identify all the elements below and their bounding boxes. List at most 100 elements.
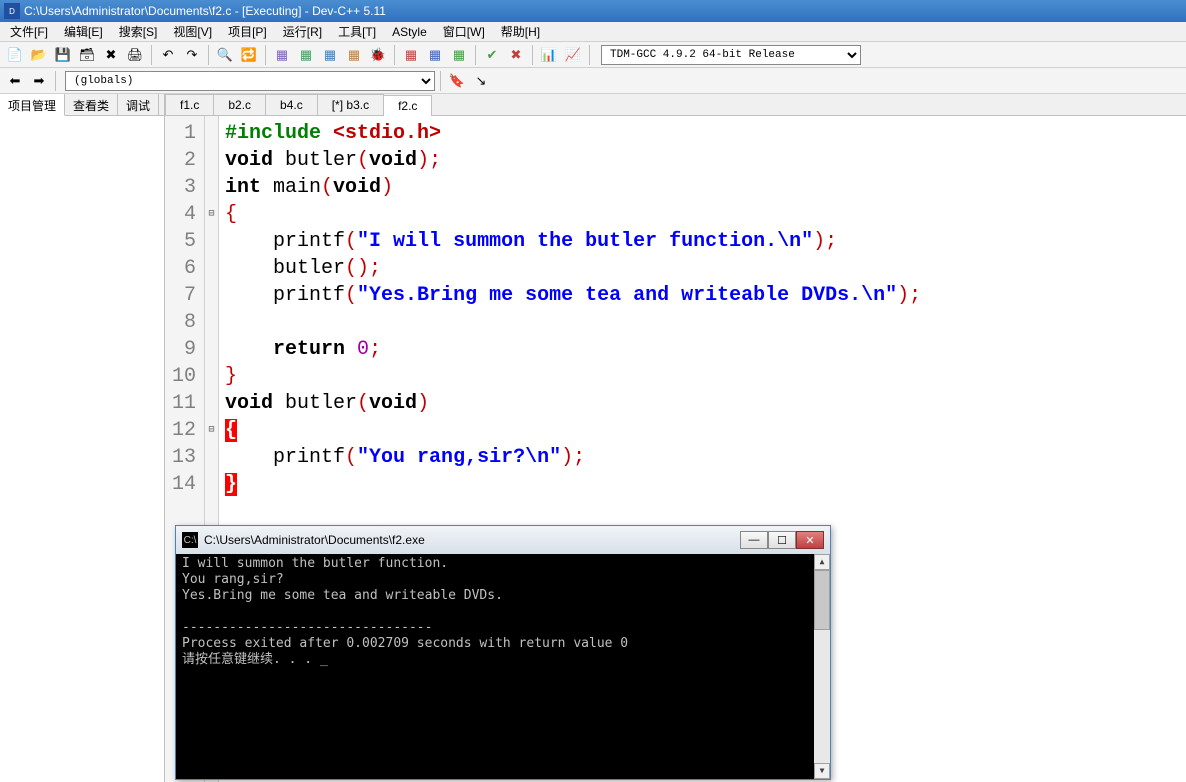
- line-number: 13: [169, 444, 196, 471]
- line-number: 3: [169, 174, 196, 201]
- file-tab[interactable]: f1.c: [165, 94, 214, 115]
- panel-tab[interactable]: 项目管理: [0, 94, 65, 116]
- profile-button[interactable]: 📊: [538, 44, 560, 66]
- compiler-select[interactable]: TDM-GCC 4.9.2 64-bit Release: [601, 45, 861, 65]
- file-tab[interactable]: f2.c: [383, 95, 432, 116]
- tool-button-1[interactable]: ▦: [400, 44, 422, 66]
- line-number: 5: [169, 228, 196, 255]
- run-button[interactable]: ▦: [295, 44, 317, 66]
- save-all-button[interactable]: 🗃: [76, 44, 98, 66]
- separator: [55, 71, 56, 91]
- rebuild-button[interactable]: ▦: [343, 44, 365, 66]
- scroll-thumb[interactable]: [814, 570, 830, 630]
- menu-item[interactable]: 工具[T]: [332, 21, 382, 42]
- menu-item[interactable]: 窗口[W]: [437, 21, 491, 42]
- tool-button-3[interactable]: ▦: [448, 44, 470, 66]
- toolbar-main: 📄 📂 💾 🗃 ✖ 🖨 ↶ ↷ 🔍 🔁 ▦ ▦ ▦ ▦ 🐞 ▦ ▦ ▦ ✔ ✖ …: [0, 42, 1186, 68]
- code-line[interactable]: [225, 309, 1180, 336]
- fold-marker: [205, 444, 218, 471]
- code-line[interactable]: printf("Yes.Bring me some tea and writea…: [225, 282, 1180, 309]
- close-button[interactable]: ✕: [796, 531, 824, 549]
- maximize-button[interactable]: ☐: [768, 531, 796, 549]
- code-line[interactable]: return 0;: [225, 336, 1180, 363]
- menu-bar: 文件[F]编辑[E]搜索[S]视图[V]项目[P]运行[R]工具[T]AStyl…: [0, 22, 1186, 42]
- separator: [151, 45, 152, 65]
- code-line[interactable]: int main(void): [225, 174, 1180, 201]
- file-tab[interactable]: b2.c: [213, 94, 266, 115]
- file-tab[interactable]: [*] b3.c: [317, 94, 384, 115]
- code-line[interactable]: {: [225, 417, 1180, 444]
- code-line[interactable]: printf("You rang,sir?\n");: [225, 444, 1180, 471]
- scroll-down-icon[interactable]: ▼: [814, 763, 830, 779]
- line-number: 2: [169, 147, 196, 174]
- menu-item[interactable]: AStyle: [386, 23, 433, 41]
- menu-item[interactable]: 帮助[H]: [495, 21, 546, 42]
- bookmark-button[interactable]: 🔖: [446, 70, 468, 92]
- line-number: 6: [169, 255, 196, 282]
- separator: [208, 45, 209, 65]
- debug-button[interactable]: 🐞: [367, 44, 389, 66]
- code-line[interactable]: {: [225, 201, 1180, 228]
- nav-forward-button[interactable]: ➡: [28, 70, 50, 92]
- project-tree[interactable]: [0, 116, 164, 782]
- replace-button[interactable]: 🔁: [238, 44, 260, 66]
- fold-marker: [205, 390, 218, 417]
- fold-marker: [205, 363, 218, 390]
- line-number: 9: [169, 336, 196, 363]
- code-line[interactable]: #include <stdio.h>: [225, 120, 1180, 147]
- fold-marker[interactable]: ⊟: [205, 201, 218, 228]
- panel-tab[interactable]: 查看类: [65, 94, 118, 115]
- console-scrollbar[interactable]: ▲▼: [814, 554, 830, 779]
- undo-button[interactable]: ↶: [157, 44, 179, 66]
- redo-button[interactable]: ↷: [181, 44, 203, 66]
- toolbar-nav: ⬅ ➡ (globals) 🔖 ↘: [0, 68, 1186, 94]
- separator: [475, 45, 476, 65]
- profile-button-2[interactable]: 📈: [562, 44, 584, 66]
- code-line[interactable]: butler();: [225, 255, 1180, 282]
- separator: [265, 45, 266, 65]
- code-line[interactable]: }: [225, 363, 1180, 390]
- open-button[interactable]: 📂: [28, 44, 50, 66]
- tool-button-2[interactable]: ▦: [424, 44, 446, 66]
- scroll-up-icon[interactable]: ▲: [814, 554, 830, 570]
- menu-item[interactable]: 项目[P]: [222, 21, 273, 42]
- code-line[interactable]: void butler(void);: [225, 147, 1180, 174]
- menu-item[interactable]: 运行[R]: [277, 21, 328, 42]
- fold-marker[interactable]: ⊟: [205, 417, 218, 444]
- menu-item[interactable]: 文件[F]: [4, 21, 54, 42]
- fold-marker: [205, 120, 218, 147]
- compile-button[interactable]: ▦: [271, 44, 293, 66]
- syntax-check-button[interactable]: ✔: [481, 44, 503, 66]
- menu-item[interactable]: 搜索[S]: [113, 21, 164, 42]
- panel-tab[interactable]: 调试: [118, 94, 159, 115]
- nav-back-button[interactable]: ⬅: [4, 70, 26, 92]
- project-panel-tabs: 项目管理查看类调试: [0, 94, 164, 116]
- line-number: 8: [169, 309, 196, 336]
- save-button[interactable]: 💾: [52, 44, 74, 66]
- console-icon: C:\: [182, 532, 198, 548]
- line-number: 10: [169, 363, 196, 390]
- compile-run-button[interactable]: ▦: [319, 44, 341, 66]
- menu-item[interactable]: 编辑[E]: [58, 21, 109, 42]
- console-output[interactable]: I will summon the butler function. You r…: [176, 554, 830, 779]
- fold-marker: [205, 471, 218, 498]
- fold-marker: [205, 174, 218, 201]
- line-number: 11: [169, 390, 196, 417]
- close-file-button[interactable]: ✖: [100, 44, 122, 66]
- code-line[interactable]: void butler(void): [225, 390, 1180, 417]
- file-tab[interactable]: b4.c: [265, 94, 318, 115]
- menu-item[interactable]: 视图[V]: [167, 21, 218, 42]
- find-button[interactable]: 🔍: [214, 44, 236, 66]
- code-line[interactable]: }: [225, 471, 1180, 498]
- code-line[interactable]: printf("I will summon the butler functio…: [225, 228, 1180, 255]
- globals-select[interactable]: (globals): [65, 71, 435, 91]
- minimize-button[interactable]: —: [740, 531, 768, 549]
- line-number: 1: [169, 120, 196, 147]
- fold-marker: [205, 282, 218, 309]
- print-button[interactable]: 🖨: [124, 44, 146, 66]
- console-titlebar[interactable]: C:\ C:\Users\Administrator\Documents\f2.…: [176, 526, 830, 554]
- console-window: C:\ C:\Users\Administrator\Documents\f2.…: [175, 525, 831, 780]
- goto-button[interactable]: ↘: [470, 70, 492, 92]
- new-file-button[interactable]: 📄: [4, 44, 26, 66]
- stop-button[interactable]: ✖: [505, 44, 527, 66]
